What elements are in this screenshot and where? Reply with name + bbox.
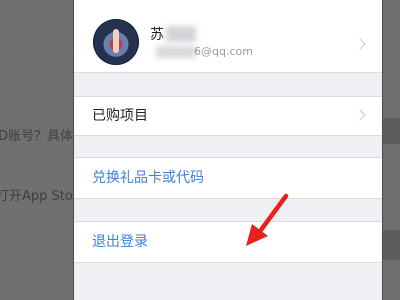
- background-edge-block: [380, 230, 400, 260]
- redeem-gift-card-link[interactable]: 兑换礼品卡或代码: [92, 167, 204, 187]
- avatar-figure: [113, 29, 119, 53]
- background-text-line: 打开App Store: [0, 189, 86, 204]
- email-redaction-blur: [156, 46, 196, 58]
- account-name: 苏: [150, 27, 164, 43]
- account-email: 6@qq.com: [194, 45, 253, 58]
- name-redaction-blur: [166, 26, 196, 42]
- avatar: [93, 19, 139, 65]
- apple-id-sheet: 苏 6@qq.com 已购项目 兑换礼品卡或代码 退出登录: [74, 0, 382, 300]
- background-text-line: D账号？具体: [0, 129, 74, 144]
- red-arrow-icon: [246, 193, 289, 246]
- background-edge-block: [380, 118, 400, 144]
- purchased-label: 已购项目: [92, 108, 148, 124]
- sign-out-button[interactable]: 退出登录: [92, 231, 148, 251]
